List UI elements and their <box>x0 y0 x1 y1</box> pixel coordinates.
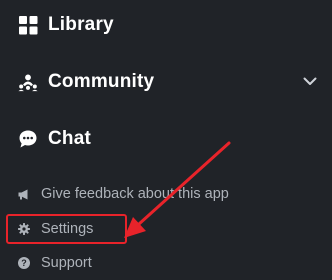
nav-item-label: Community <box>48 71 155 92</box>
chevron-down-icon[interactable] <box>302 73 318 89</box>
settings-link[interactable]: Settings <box>18 221 93 237</box>
nav-item-label: Library <box>48 14 114 35</box>
support-link[interactable]: ? Support <box>18 255 92 271</box>
community-icon <box>18 72 38 92</box>
chat-bubble-icon <box>18 129 38 149</box>
grid-icon <box>18 15 38 35</box>
feedback-link[interactable]: Give feedback about this app <box>18 186 229 202</box>
nav-item-label: Chat <box>48 128 92 149</box>
gear-icon <box>18 223 30 235</box>
nav-item-library[interactable]: Library <box>18 14 114 36</box>
nav-item-chat[interactable]: Chat <box>18 128 91 150</box>
question-circle-icon: ? <box>18 257 30 269</box>
settings-label: Settings <box>41 221 94 237</box>
support-label: Support <box>41 255 92 271</box>
megaphone-icon <box>18 188 30 200</box>
svg-text:?: ? <box>21 258 27 268</box>
sidebar-panel: Library Community Chat Give feedback abo… <box>0 0 332 280</box>
nav-item-community[interactable]: Community <box>18 71 318 93</box>
feedback-label: Give feedback about this app <box>41 186 229 202</box>
